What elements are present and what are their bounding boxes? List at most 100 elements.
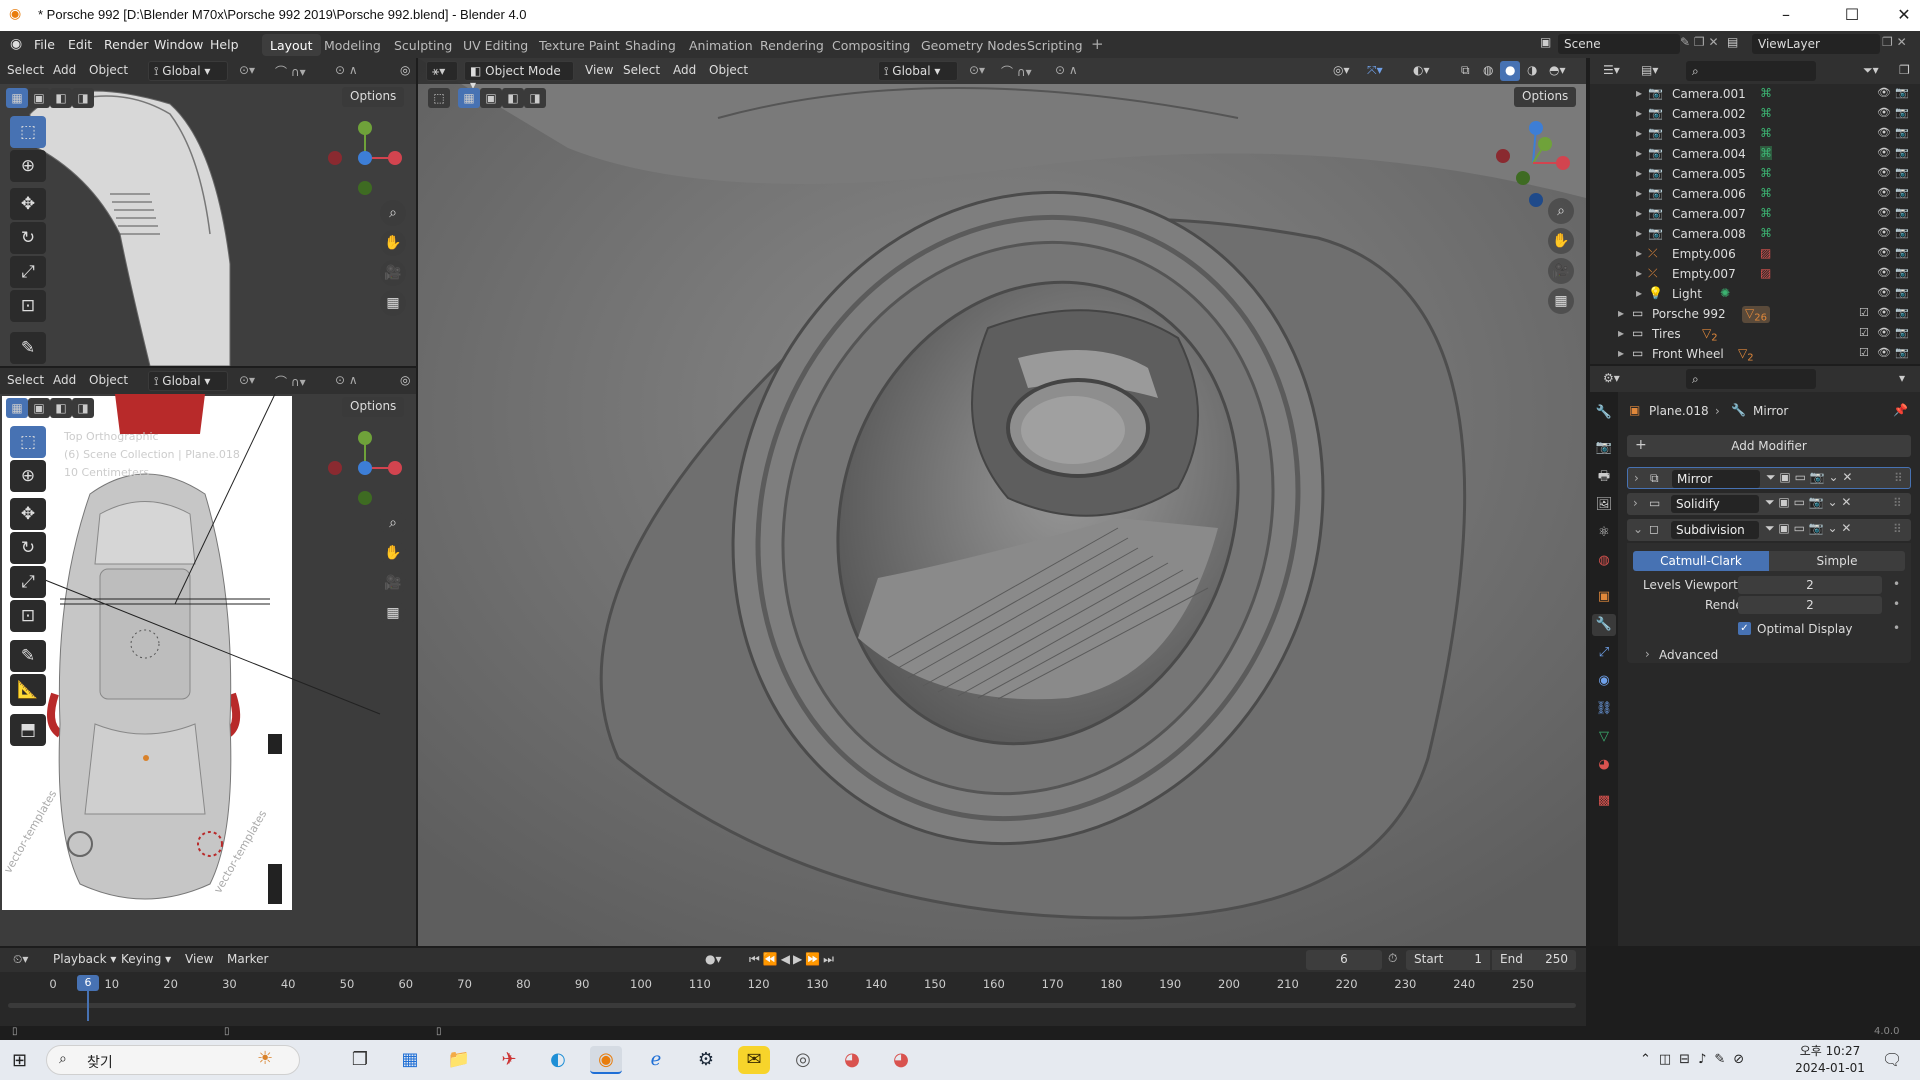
outliner-row[interactable]: ▸ 📷 Camera.008 ⌘ 👁 📷 (1600, 224, 1910, 244)
drag-handle-icon[interactable]: ⠿ (1893, 522, 1902, 536)
select-invert-icon[interactable]: ◨ (72, 88, 94, 108)
navigation-gizmo[interactable] (320, 118, 410, 198)
render-camera-icon[interactable]: 📷 (1895, 106, 1909, 119)
viewport-top-ortho[interactable]: Select Add Object ⟟ Global ▾ ⊙▾ ⌒ ∩▾ ⊙ ∧… (0, 368, 416, 946)
select-subtract-icon[interactable]: ◧ (50, 88, 72, 108)
move-tool-icon[interactable]: ✥ (10, 498, 46, 530)
menu-object[interactable]: Object (84, 61, 133, 81)
expand-arrow-icon[interactable]: ▸ (1636, 226, 1642, 240)
expand-arrow-icon[interactable]: ▸ (1618, 326, 1624, 340)
menu-file[interactable]: File (34, 37, 55, 52)
timeline-scrollbar[interactable] (8, 1003, 1576, 1008)
eye-icon[interactable]: 👁 (1877, 286, 1891, 299)
render-camera-icon[interactable]: 📷 (1895, 346, 1909, 359)
modifier-row-solidify[interactable]: › ▭ Solidify ⏷ ▣ ▭ 📷 ⌄ ✕ ⠿ (1627, 493, 1911, 515)
transform-orientation-select[interactable]: ⟟ Global ▾ (148, 61, 228, 81)
outliner-row[interactable]: ▸ ▭ Tires ▽2 ☑ 👁 📷 (1600, 324, 1910, 344)
tab-layout[interactable]: Layout (262, 34, 321, 56)
zoom-icon[interactable]: ⌕ (380, 200, 406, 226)
eye-icon[interactable]: 👁 (1877, 246, 1891, 259)
modifier-name-field[interactable]: Mirror (1672, 470, 1760, 488)
notification-icon[interactable]: 🗨 (1882, 1050, 1902, 1069)
collapse-arrow-icon[interactable]: ⌄ (1633, 522, 1643, 536)
scene-icon[interactable]: ▣ (1540, 35, 1551, 49)
calculator-icon[interactable]: ▦ (394, 1046, 426, 1074)
pivot-icon[interactable]: ⊙▾ (234, 371, 260, 391)
texture-tab-icon[interactable]: ▩ (1592, 790, 1616, 812)
outliner-row[interactable]: ▸ ⤫ Empty.006 ▨ 👁 📷 (1600, 244, 1910, 264)
measure-tool-icon[interactable]: 📐 (10, 674, 46, 706)
transform-orientation-select[interactable]: ⟟ Global ▾ (878, 61, 958, 81)
proportional-edit-icon[interactable]: ⊙ ∧ (330, 61, 363, 81)
select-mode-buttons[interactable]: ▦ ▣ ◧ ◨ (458, 88, 550, 108)
scene-tab-icon[interactable]: ⚛ (1592, 522, 1616, 544)
current-frame-field[interactable]: 6 (1306, 950, 1382, 970)
app-swirl-icon[interactable]: ◎ (787, 1046, 819, 1074)
exclude-checkbox[interactable]: ☑ (1859, 326, 1869, 339)
select-subtract-icon[interactable]: ◧ (50, 398, 72, 418)
app-icon[interactable]: ✈ (493, 1046, 525, 1074)
eye-icon[interactable]: 👁 (1877, 86, 1891, 99)
camera-view-icon[interactable]: 🎥 (1548, 258, 1574, 284)
end-frame-field[interactable]: End 250 (1492, 950, 1576, 970)
camera-view-icon[interactable]: 🎥 (380, 260, 406, 286)
properties-options-icon[interactable]: ▾ (1894, 369, 1910, 389)
clock[interactable]: 오후 10:27 2024-01-01 (1790, 1043, 1870, 1077)
expand-arrow-icon[interactable]: › (1633, 496, 1638, 510)
tab-geometry-nodes[interactable]: Geometry Nodes (913, 34, 1034, 56)
steam-icon[interactable]: ⚙ (690, 1046, 722, 1074)
menu-object[interactable]: Object (704, 61, 753, 81)
menu-marker[interactable]: Marker (222, 950, 273, 970)
modifier-row-subdivision[interactable]: ⌄ ◻ Subdivision ⏷ ▣ ▭ 📷 ⌄ ✕ ⠿ (1627, 519, 1911, 541)
new-collection-icon[interactable]: ❐ (1894, 61, 1915, 81)
pin-scene-icon[interactable]: ✎ ❐ ✕ (1680, 35, 1719, 49)
perspective-grid-icon[interactable]: ▦ (1548, 288, 1574, 314)
output-tab-icon[interactable]: 🖶 (1592, 466, 1616, 488)
outliner-row[interactable]: ▸ 📷 Camera.004 ⌘ 👁 📷 (1600, 144, 1910, 164)
options-dropdown[interactable]: Options (1514, 87, 1577, 107)
options-dropdown[interactable]: Options (342, 87, 405, 107)
pivot-icon[interactable]: ⊙▾ (234, 61, 260, 81)
render-camera-icon[interactable]: 📷 (1895, 126, 1909, 139)
taskbar-search[interactable]: ⌕ 찾기 ☀ (46, 1045, 300, 1075)
menu-window[interactable]: Window (154, 37, 203, 52)
render-camera-icon[interactable]: 📷 (1895, 166, 1909, 179)
advanced-section-label[interactable]: Advanced (1659, 648, 1718, 662)
object-tab-icon[interactable]: ▣ (1592, 586, 1616, 608)
menu-select[interactable]: Select (2, 371, 49, 391)
expand-arrow-icon[interactable]: ▸ (1636, 266, 1642, 280)
catmull-clark-button[interactable]: Catmull-Clark (1633, 551, 1769, 571)
material-shading-icon[interactable]: ◑ (1522, 61, 1542, 81)
properties-editor-icon[interactable]: ⚙▾ (1598, 369, 1625, 389)
modifier-toggles-icon[interactable]: ⏷ ▣ ▭ 📷 ⌄ ✕ (1765, 521, 1851, 536)
maximize-button[interactable]: ☐ (1824, 0, 1880, 31)
eye-icon[interactable]: 👁 (1877, 226, 1891, 239)
modifier-tab-icon[interactable]: 🔧 (1592, 614, 1616, 636)
perspective-grid-icon[interactable]: ▦ (380, 290, 406, 316)
render-camera-icon[interactable]: 📷 (1895, 286, 1909, 299)
material-tab-icon[interactable]: ◕ (1592, 754, 1616, 776)
expand-arrow-icon[interactable]: ▸ (1636, 246, 1642, 260)
menu-view[interactable]: View (180, 950, 218, 970)
tab-scripting[interactable]: Scripting (1019, 34, 1091, 56)
mode-select[interactable]: ◧ Object Mode ▾ (464, 61, 574, 92)
toolbar-toggle-icon[interactable]: ⬚ (428, 88, 450, 108)
expand-arrow-icon[interactable]: ▸ (1636, 126, 1642, 140)
visibility-icon[interactable]: ◎▾ (1328, 61, 1355, 81)
tool-tab-icon[interactable]: 🔧 (1592, 402, 1616, 424)
select-extend-icon[interactable]: ▣ (480, 88, 502, 108)
menu-object[interactable]: Object (84, 371, 133, 391)
outliner-row[interactable]: ▸ 📷 Camera.007 ⌘ 👁 📷 (1600, 204, 1910, 224)
outliner-row[interactable]: ▸ ▭ Front Wheel ▽2 ☑ 👁 📷 (1600, 344, 1910, 364)
expand-arrow-icon[interactable]: ▸ (1636, 166, 1642, 180)
xray-icon[interactable]: ⧉ (1456, 61, 1475, 81)
eye-icon[interactable]: 👁 (1877, 146, 1891, 159)
eye-icon[interactable]: 👁 (1877, 206, 1891, 219)
visibility-icon[interactable]: ◎ (395, 371, 415, 391)
start-frame-field[interactable]: Start 1 (1406, 950, 1490, 970)
select-invert-icon[interactable]: ◨ (524, 88, 546, 108)
kakaotalk-icon[interactable]: ✉ (738, 1046, 770, 1074)
edge-icon[interactable]: ◐ (542, 1046, 574, 1074)
menu-add[interactable]: Add (668, 61, 701, 81)
scale-tool-icon[interactable]: ⤢ (10, 566, 46, 598)
